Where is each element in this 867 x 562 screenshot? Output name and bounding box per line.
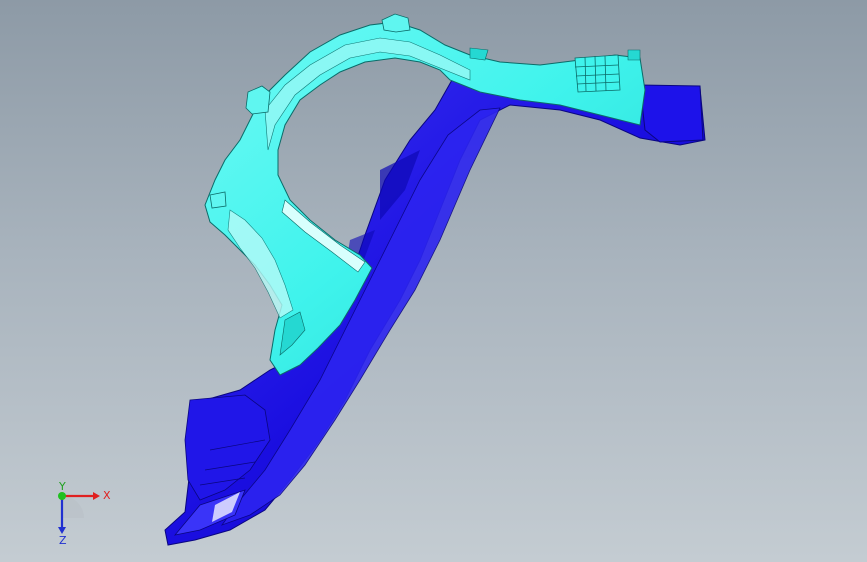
x-axis-label: X [103,489,111,502]
z-axis-label: Z [59,534,67,547]
coordinate-triad: X Y Z [58,480,111,547]
z-axis-arrow [58,527,66,534]
x-axis-arrow [93,492,100,500]
cad-model[interactable] [0,0,867,562]
y-axis-point [58,492,66,500]
triad-plane-shading [62,496,84,518]
3d-graphics-viewport[interactable]: X Y Z [0,0,867,562]
y-axis-label: Y [58,480,66,493]
